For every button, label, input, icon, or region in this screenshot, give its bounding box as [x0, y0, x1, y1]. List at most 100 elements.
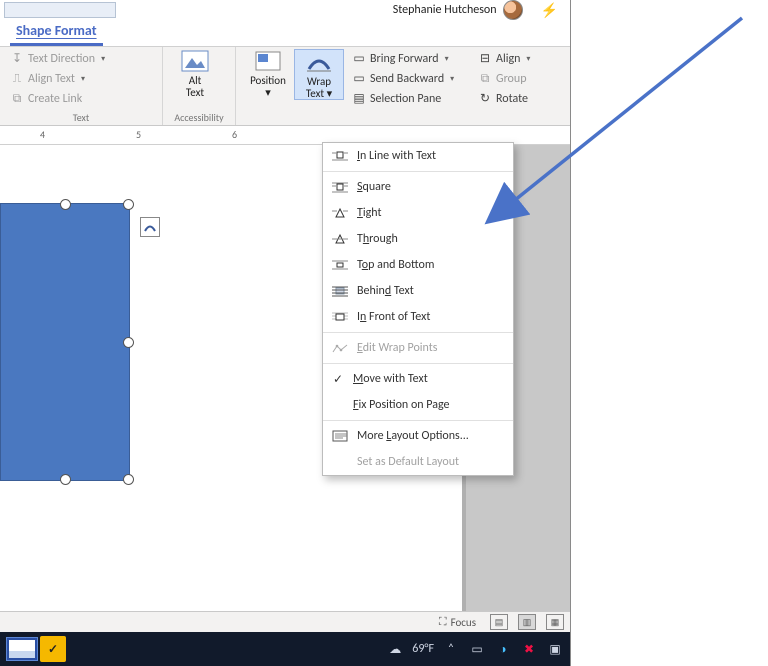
menu-move-with-text[interactable]: ✓ Move with Text — [323, 366, 513, 392]
text-direction-label: Text Direction — [28, 52, 95, 66]
weather-icon[interactable]: ☁ — [386, 640, 404, 658]
bring-forward-icon: ▭ — [352, 51, 366, 66]
menu-tight[interactable]: Tight — [323, 200, 513, 226]
create-link-label: Create Link — [28, 92, 82, 106]
infront-icon — [331, 310, 349, 324]
tray-chevron-icon[interactable]: ˄ — [442, 640, 460, 658]
status-bar: ⛶ Focus ▤ ▥ ▦ — [0, 611, 570, 632]
menu-more-layout[interactable]: More Layout Options... — [323, 423, 513, 449]
focus-mode-button[interactable]: ⛶ Focus — [435, 615, 480, 629]
square-icon — [331, 180, 349, 194]
view-print-icon[interactable]: ▥ — [518, 614, 536, 630]
through-icon — [331, 232, 349, 246]
chevron-down-icon: ▾ — [450, 74, 454, 84]
tray-alert-icon[interactable]: ✖ — [520, 640, 538, 658]
chevron-down-icon: ▾ — [526, 54, 530, 64]
rotate-button[interactable]: ↻ Rotate — [474, 89, 542, 108]
menu-behind-text[interactable]: Behind Text — [323, 278, 513, 304]
user-name[interactable]: Stephanie Hutcheson — [393, 3, 497, 17]
create-link-button: ⧉ Create Link — [6, 89, 146, 108]
menu-more-layout-label: More Layout Options... — [357, 429, 503, 443]
tray-meet-icon[interactable]: ▭ — [468, 640, 486, 658]
menu-tight-label: Tight — [357, 206, 503, 220]
ribbon-tabs: Shape Format — [0, 20, 570, 47]
tab-shape-format[interactable]: Shape Format — [10, 18, 103, 46]
inline-icon — [331, 149, 349, 163]
menu-fix-position[interactable]: Fix Position on Page — [323, 392, 513, 418]
alt-text-icon — [181, 49, 209, 73]
menu-inline[interactable]: In Line with Text — [323, 143, 513, 169]
rotate-icon: ↻ — [478, 91, 492, 106]
menu-top-bottom-label: Top and Bottom — [357, 258, 503, 272]
layout-options-badge[interactable] — [140, 217, 160, 237]
menu-behind-label: Behind Text — [357, 284, 503, 298]
group-button: ⧉ Group — [474, 69, 542, 88]
selected-shape[interactable] — [0, 203, 130, 481]
align-text-icon: ⎍ — [10, 72, 24, 86]
focus-icon: ⛶ — [439, 615, 447, 629]
editwrap-icon — [331, 341, 349, 355]
wrap-text-icon — [305, 50, 333, 74]
view-web-icon[interactable]: ▦ — [546, 614, 564, 630]
menu-in-front[interactable]: In Front of Text — [323, 304, 513, 330]
chevron-down-icon: ▾ — [81, 74, 85, 84]
chevron-down-icon: ▾ — [445, 54, 449, 64]
tray-app2-icon[interactable]: ▣ — [546, 640, 564, 658]
alt-text-label: Alt Text — [186, 75, 204, 98]
resize-handle[interactable] — [123, 474, 134, 485]
position-label: Position ▾ — [250, 75, 286, 98]
menu-edit-wrap-label: Edit Wrap Points — [357, 341, 503, 355]
menu-through-label: Through — [357, 232, 503, 246]
menu-edit-wrap-points: Edit Wrap Points — [323, 335, 513, 361]
wrap-text-label: Wrap Text ▾ — [306, 76, 332, 99]
alt-text-button[interactable]: Alt Text — [169, 49, 221, 98]
menu-top-bottom[interactable]: Top and Bottom — [323, 252, 513, 278]
topbottom-icon — [331, 258, 349, 272]
menu-square[interactable]: Square — [323, 174, 513, 200]
focus-label: Focus — [451, 616, 476, 629]
position-button[interactable]: Position ▾ — [242, 49, 294, 98]
avatar[interactable] — [503, 0, 523, 20]
selection-pane-button[interactable]: ▤ Selection Pane — [348, 89, 472, 108]
share-icon[interactable]: ⚡ — [541, 2, 558, 19]
group-label-accessibility: Accessibility — [169, 111, 229, 124]
ruler-mark: 4 — [40, 128, 45, 141]
check-icon: ✓ — [331, 372, 345, 387]
resize-handle[interactable] — [60, 474, 71, 485]
tray-app-icon[interactable]: ◑ — [494, 640, 512, 658]
menu-in-front-label: In Front of Text — [357, 310, 503, 324]
send-backward-button[interactable]: ▭ Send Backward ▾ — [348, 69, 472, 88]
wrap-text-button[interactable]: Wrap Text ▾ — [294, 49, 344, 100]
selection-pane-label: Selection Pane — [370, 92, 441, 106]
chevron-down-icon: ▾ — [101, 54, 105, 64]
behind-icon — [331, 284, 349, 298]
align-icon: ⊟ — [478, 51, 492, 66]
align-button[interactable]: ⊟ Align ▾ — [474, 49, 542, 68]
taskbar-word-thumb[interactable] — [6, 637, 38, 661]
titlebar: Stephanie Hutcheson ⚡ — [0, 0, 570, 20]
resize-handle[interactable] — [60, 199, 71, 210]
text-direction-icon: ↧ — [10, 51, 24, 66]
windows-taskbar: ✓ ☁ 69°F ˄ ▭ ◑ ✖ ▣ — [0, 632, 570, 666]
text-direction-button: ↧ Text Direction ▾ — [6, 49, 146, 68]
view-read-icon[interactable]: ▤ — [490, 614, 508, 630]
resize-handle[interactable] — [123, 337, 134, 348]
link-icon: ⧉ — [10, 92, 24, 106]
bring-forward-label: Bring Forward — [370, 52, 439, 66]
ribbon-group-arrange: Position ▾ Wrap Text ▾ ▭ Bring Forward ▾ — [236, 47, 570, 125]
ribbon: ↧ Text Direction ▾ ⎍ Align Text ▾ ⧉ Crea… — [0, 47, 570, 126]
more-layout-icon — [331, 429, 349, 443]
wrap-icon — [143, 220, 157, 234]
taskbar-norton-icon[interactable]: ✓ — [40, 636, 66, 662]
bring-forward-button[interactable]: ▭ Bring Forward ▾ — [348, 49, 472, 68]
group-icon: ⧉ — [478, 72, 492, 86]
search-input[interactable] — [4, 2, 116, 18]
menu-fix-position-label: Fix Position on Page — [353, 398, 503, 412]
ruler-mark: 5 — [136, 128, 141, 141]
send-backward-icon: ▭ — [352, 71, 366, 86]
weather-temp[interactable]: 69°F — [412, 642, 434, 656]
menu-set-default-label: Set as Default Layout — [357, 455, 503, 469]
send-backward-label: Send Backward — [370, 72, 444, 86]
menu-through[interactable]: Through — [323, 226, 513, 252]
resize-handle[interactable] — [123, 199, 134, 210]
